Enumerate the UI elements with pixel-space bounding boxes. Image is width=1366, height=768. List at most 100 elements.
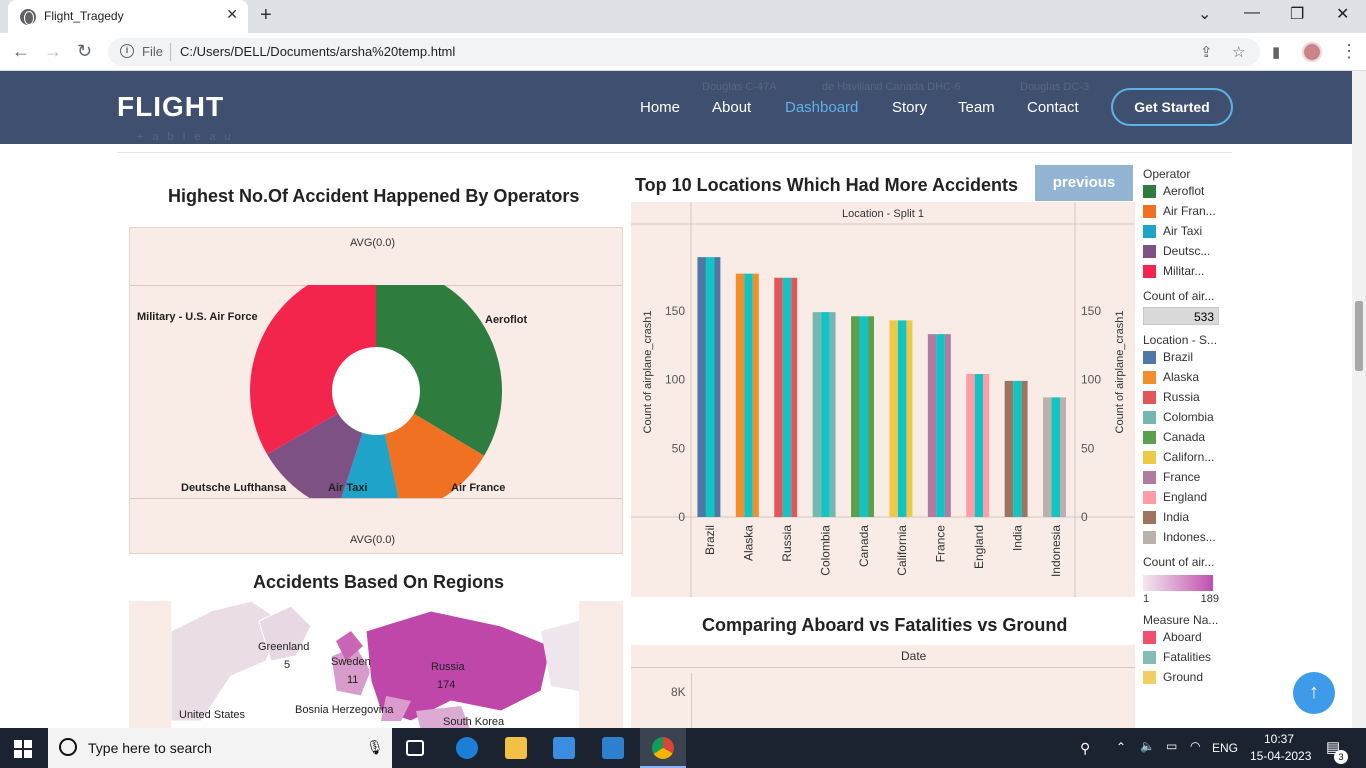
volume-icon[interactable]: 🔈 (1140, 739, 1155, 753)
operator-legend: Aeroflot Air Fran... Air Taxi Deutsc... Mili… (1143, 181, 1233, 281)
windows-start-icon[interactable] (14, 740, 32, 758)
legend-swatch (1143, 530, 1156, 544)
wifi-icon[interactable]: ◠ (1190, 739, 1200, 753)
legend-item[interactable]: Canada (1143, 427, 1233, 447)
bar-colombia (812, 312, 822, 517)
x-tick-label: India (1010, 525, 1024, 551)
bar-alaska-edge (752, 273, 759, 517)
previous-button[interactable]: previous (1035, 165, 1133, 201)
close-tab-icon[interactable]: ✕ (226, 6, 238, 23)
store-icon[interactable] (553, 737, 575, 759)
legend-item[interactable]: Colombia (1143, 407, 1233, 427)
nav-team[interactable]: Team (958, 99, 995, 116)
bar-india-secondary (1013, 380, 1022, 517)
url-scheme: File (142, 44, 163, 59)
bar-brazil-secondary (705, 257, 715, 517)
battery-icon[interactable]: ▭ (1166, 739, 1177, 753)
bar-india-edge (1021, 380, 1028, 517)
legend-item[interactable]: Brazil (1143, 347, 1233, 367)
legend-item[interactable]: England (1143, 487, 1233, 507)
globe-icon (20, 9, 36, 25)
nav-story[interactable]: Story (892, 99, 927, 116)
scroll-top-button[interactable]: ↑ (1293, 672, 1335, 714)
compare-header: Date (901, 649, 927, 663)
ghost-text: Douglas DC-3 (1020, 81, 1090, 93)
compare-ytick: 8K (671, 685, 686, 699)
world-map[interactable]: Greenland 5 Sweden 11 Russia 174 United … (170, 601, 579, 728)
edge-icon[interactable] (456, 737, 478, 759)
bar-chart-panel[interactable]: Location - Split 1 0 0 50 50 100 100 150 150 Coun… (631, 202, 1135, 597)
side-panel-icon[interactable]: ▮ (1272, 43, 1280, 61)
nav-dashboard[interactable]: Dashboard (785, 99, 858, 116)
address-bar[interactable]: i File C:/Users/DELL/Documents/arsha%20t… (108, 38, 1260, 66)
legend-swatch (1143, 650, 1156, 664)
legend-item[interactable]: France (1143, 467, 1233, 487)
clock-time[interactable]: 10:37 (1264, 732, 1294, 746)
menu-kebab-icon[interactable]: ⋮ (1340, 41, 1358, 62)
mail-icon[interactable] (602, 737, 624, 759)
site-logo[interactable]: FLIGHT (117, 91, 224, 123)
share-icon[interactable]: ⇪ (1200, 43, 1213, 61)
legend-title: Count of air... (1143, 289, 1215, 303)
legend-swatch (1143, 470, 1156, 484)
forward-icon[interactable]: → (44, 41, 62, 62)
restore-icon[interactable]: ❐ (1290, 4, 1304, 24)
color-gradient (1143, 575, 1213, 591)
people-icon[interactable]: ⚲ (1080, 740, 1090, 757)
count-value: 533 (1143, 307, 1219, 325)
legend-item[interactable]: Air Taxi (1143, 221, 1233, 241)
legend-item[interactable]: Fatalities (1143, 647, 1233, 667)
legend-item[interactable]: Aboard (1143, 627, 1233, 647)
get-started-button[interactable]: Get Started (1111, 88, 1233, 126)
map-value: 5 (284, 659, 291, 671)
legend-swatch (1143, 490, 1156, 504)
nav-home[interactable]: Home (640, 99, 680, 116)
legend-swatch (1143, 670, 1156, 684)
legend-label: Aboard (1163, 630, 1202, 644)
clock-date[interactable]: 15-04-2023 (1250, 749, 1311, 763)
legend-item[interactable]: Alaska (1143, 367, 1233, 387)
microphone-icon[interactable]: 🎙 (366, 739, 384, 756)
close-window-icon[interactable]: ✕ (1336, 4, 1349, 24)
bookmark-star-icon[interactable]: ☆ (1232, 43, 1245, 61)
legend-item[interactable]: Militar... (1143, 261, 1233, 281)
minimize-icon[interactable]: — (1244, 4, 1260, 22)
legend-item[interactable]: Russia (1143, 387, 1233, 407)
legend-item[interactable]: Californ... (1143, 447, 1233, 467)
info-icon[interactable]: i (120, 44, 134, 58)
compare-title: Comparing Aboard vs Fatalities vs Ground (702, 615, 1068, 635)
reload-icon[interactable]: ↻ (77, 41, 92, 62)
page-scrollbar[interactable] (1352, 71, 1366, 728)
legend-label: Colombia (1163, 410, 1214, 424)
x-tick-label: California (895, 525, 909, 576)
map-panel[interactable]: Greenland 5 Sweden 11 Russia 174 United … (129, 601, 623, 728)
legend-item[interactable]: Deutsc... (1143, 241, 1233, 261)
legend-item[interactable]: Ground (1143, 667, 1233, 687)
compare-chart-panel[interactable]: Date 8K (631, 645, 1135, 728)
file-explorer-icon[interactable] (505, 737, 527, 759)
new-tab-icon[interactable]: + (260, 4, 272, 27)
url-text[interactable]: C:/Users/DELL/Documents/arsha%20temp.htm… (180, 44, 455, 59)
legend-item[interactable]: Air Fran... (1143, 201, 1233, 221)
map-label: Bosnia Herzegovina (295, 704, 394, 716)
back-icon[interactable]: ← (12, 41, 30, 62)
legend-item[interactable]: India (1143, 507, 1233, 527)
taskbar-search[interactable]: Type here to search 🎙 (48, 728, 392, 768)
tab-search-icon[interactable]: ⌄ (1198, 4, 1211, 24)
chrome-taskbar-item[interactable] (640, 728, 686, 768)
nav-about[interactable]: About (712, 99, 751, 116)
browser-tab[interactable]: Flight_Tragedy ✕ (8, 0, 248, 33)
windows-taskbar: Type here to search 🎙 ⚲ ⌃ 🔈 ▭ ◠ ENG 10:3… (0, 728, 1366, 768)
task-view-icon[interactable] (406, 740, 424, 756)
language-indicator[interactable]: ENG (1212, 741, 1238, 755)
map-title: Accidents Based On Regions (253, 572, 505, 592)
x-tick-label: England (972, 525, 986, 569)
legend-item[interactable]: Indones... (1143, 527, 1233, 547)
profile-avatar[interactable] (1302, 42, 1322, 62)
chevron-up-icon[interactable]: ⌃ (1116, 740, 1126, 754)
legend-item[interactable]: Aeroflot (1143, 181, 1233, 201)
legend-label: India (1163, 510, 1190, 524)
nav-contact[interactable]: Contact (1027, 99, 1079, 116)
pie-chart-panel[interactable]: AVG(0.0) AVG(0.0) Aeroflot Air France Ai… (129, 227, 623, 554)
scroll-thumb[interactable] (1355, 301, 1363, 371)
